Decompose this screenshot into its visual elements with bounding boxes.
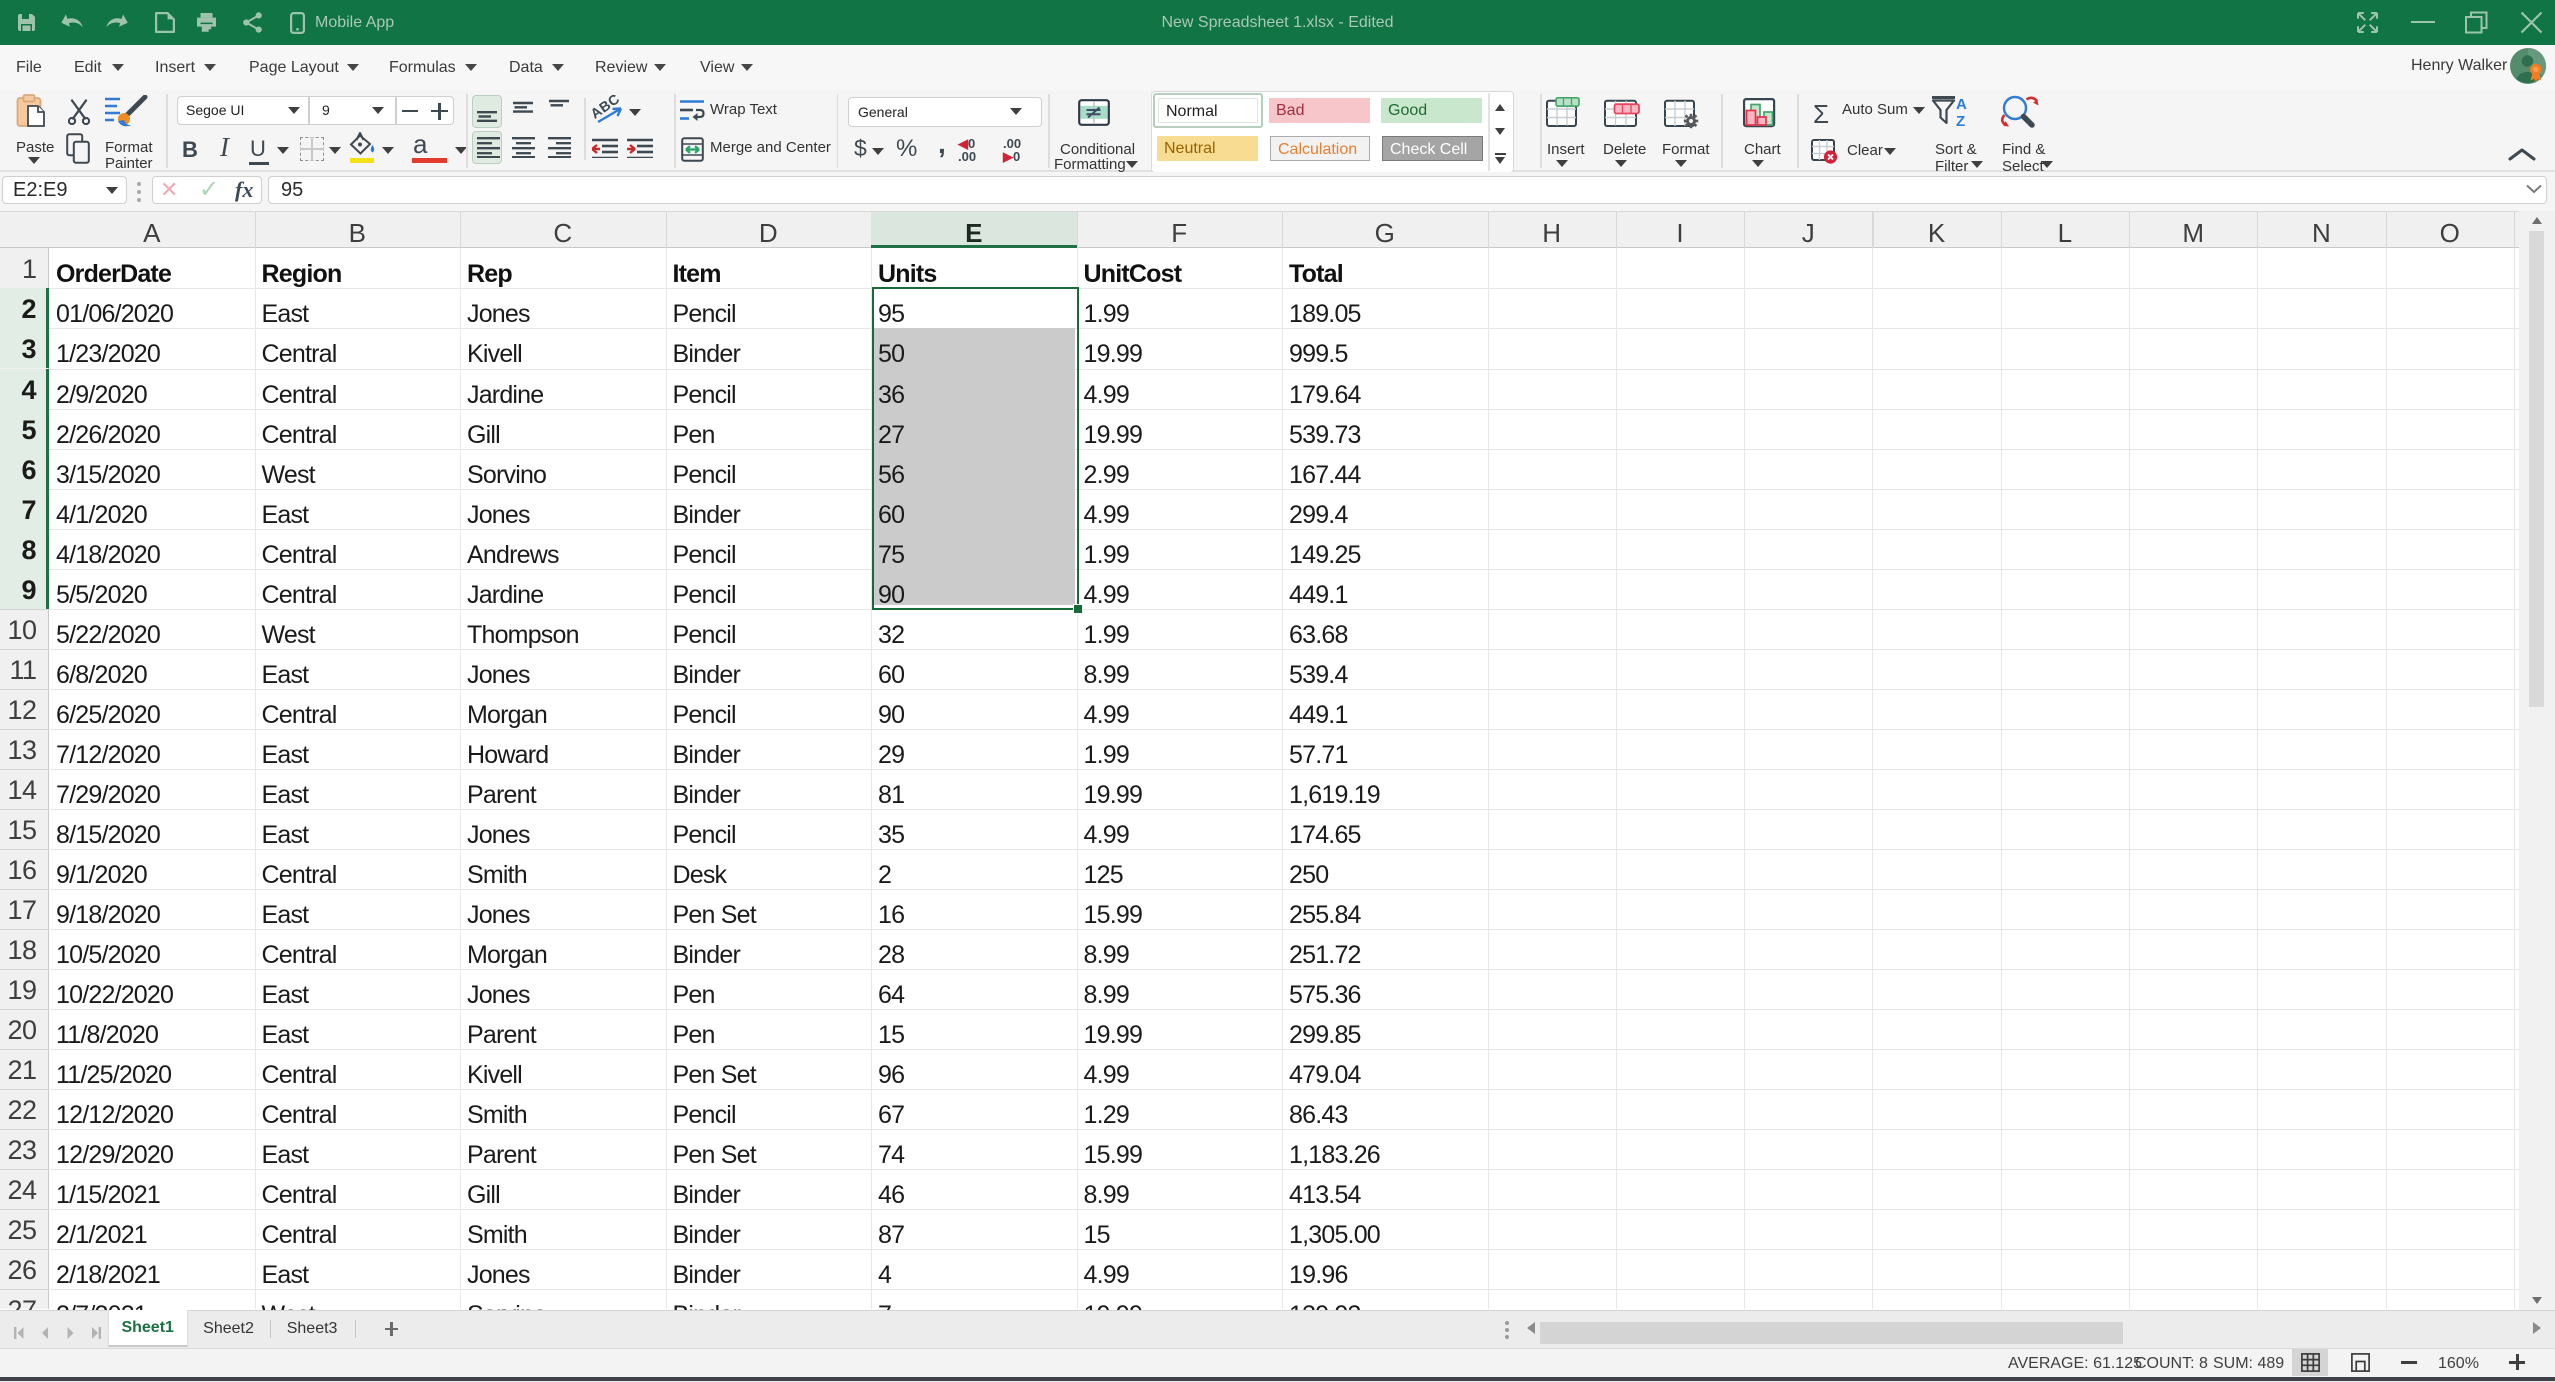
svg-text:A: A	[1956, 96, 1967, 113]
svg-text:Z: Z	[1956, 113, 1965, 128]
